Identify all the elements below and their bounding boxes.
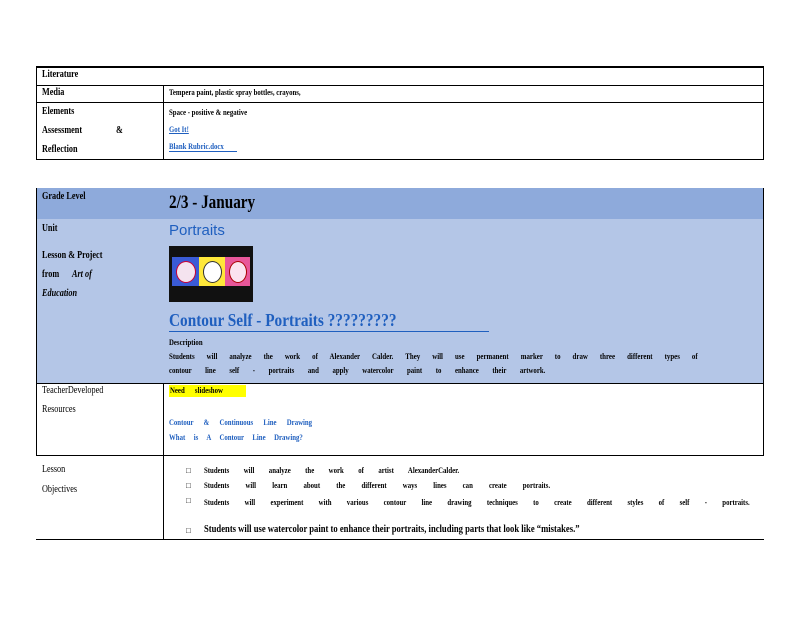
- lesson-title-text: Contour Self - Portraits ?????????: [169, 310, 397, 330]
- teacher-developed-label: TeacherDeveloped: [42, 385, 104, 396]
- table-border-top: [36, 66, 764, 68]
- lesson-label: Lesson & Project: [42, 250, 103, 261]
- table-border-right: [763, 66, 764, 160]
- lesson-row: Unit Portraits Lesson & Project from Art…: [36, 219, 764, 383]
- table-border-bottom: [36, 539, 764, 540]
- table-border-right: [763, 188, 764, 455]
- contour-continuous-link[interactable]: Contour & Continuous Line Drawing: [169, 418, 312, 427]
- table-border-left: [36, 188, 37, 455]
- assessment-ampersand: &: [116, 125, 123, 136]
- objective-item: Students will analyze the work of artist…: [204, 466, 460, 475]
- row-divider: [36, 383, 764, 384]
- description-heading: Description: [169, 338, 203, 347]
- unit-value: Portraits: [169, 222, 225, 239]
- media-value: Tempera paint, plastic spray bottles, cr…: [169, 88, 301, 97]
- got-it-link[interactable]: Got It!: [169, 125, 189, 134]
- objective-item: Students will use watercolor paint to en…: [204, 524, 580, 535]
- description-text-1: Students will analyze the work of Alexan…: [169, 352, 698, 361]
- resources-label: Resources: [42, 404, 76, 415]
- need-slideshow-text: Need slideshow: [170, 386, 223, 395]
- column-divider: [163, 383, 164, 540]
- objectives-label: Objectives: [42, 484, 78, 495]
- top-table: Literature Media Tempera paint, plastic …: [36, 66, 764, 160]
- reflection-label: Reflection: [42, 144, 78, 155]
- row-divider: [36, 455, 764, 456]
- assessment-label: Assessment: [42, 125, 83, 136]
- elements-label: Elements: [42, 106, 75, 117]
- unit-label: Unit: [42, 223, 58, 234]
- blank-rubric-link[interactable]: Blank Rubric.docx: [169, 142, 238, 152]
- description-line-2: contour line self - portraits and apply …: [169, 366, 546, 375]
- portrait-yellow: [199, 257, 225, 286]
- column-divider: [163, 85, 164, 160]
- lesson-table: Grade Level 2/3 - January Unit Portraits…: [36, 188, 764, 540]
- bullet-icon: □: [186, 466, 191, 475]
- need-slideshow-highlight: Need slideshow: [169, 385, 246, 397]
- elements-value: Space - positive & negative: [169, 108, 248, 117]
- bullet-icon: □: [186, 526, 191, 535]
- art-of-label: Art of: [72, 269, 92, 280]
- grade-level-label: Grade Level: [42, 191, 86, 202]
- row-divider: [36, 85, 764, 86]
- lesson-objectives-label: Lesson: [42, 464, 66, 475]
- table-border-left: [36, 66, 37, 160]
- objective-item: Students will learn about the different …: [204, 481, 551, 490]
- portrait-pink: [225, 257, 250, 286]
- bullet-icon: □: [186, 481, 191, 490]
- media-label: Media: [42, 87, 65, 98]
- table-border-bottom: [36, 159, 764, 160]
- lesson-title: Contour Self - Portraits ?????????: [169, 310, 489, 332]
- student-portraits-image: [169, 246, 253, 302]
- literature-label: Literature: [42, 69, 79, 80]
- objective-item: Students will experiment with various co…: [204, 498, 750, 507]
- portrait-blue: [172, 257, 199, 286]
- grade-row: Grade Level 2/3 - January: [36, 188, 764, 219]
- from-label: from: [42, 269, 60, 280]
- education-label: Education: [42, 288, 78, 299]
- row-divider: [36, 102, 764, 103]
- what-is-contour-link[interactable]: What is A Contour Line Drawing?: [169, 433, 303, 442]
- grade-level-value: 2/3 - January: [169, 192, 256, 213]
- description-line-1: Students will analyze the work of Alexan…: [169, 352, 754, 361]
- bullet-icon: □: [186, 496, 191, 505]
